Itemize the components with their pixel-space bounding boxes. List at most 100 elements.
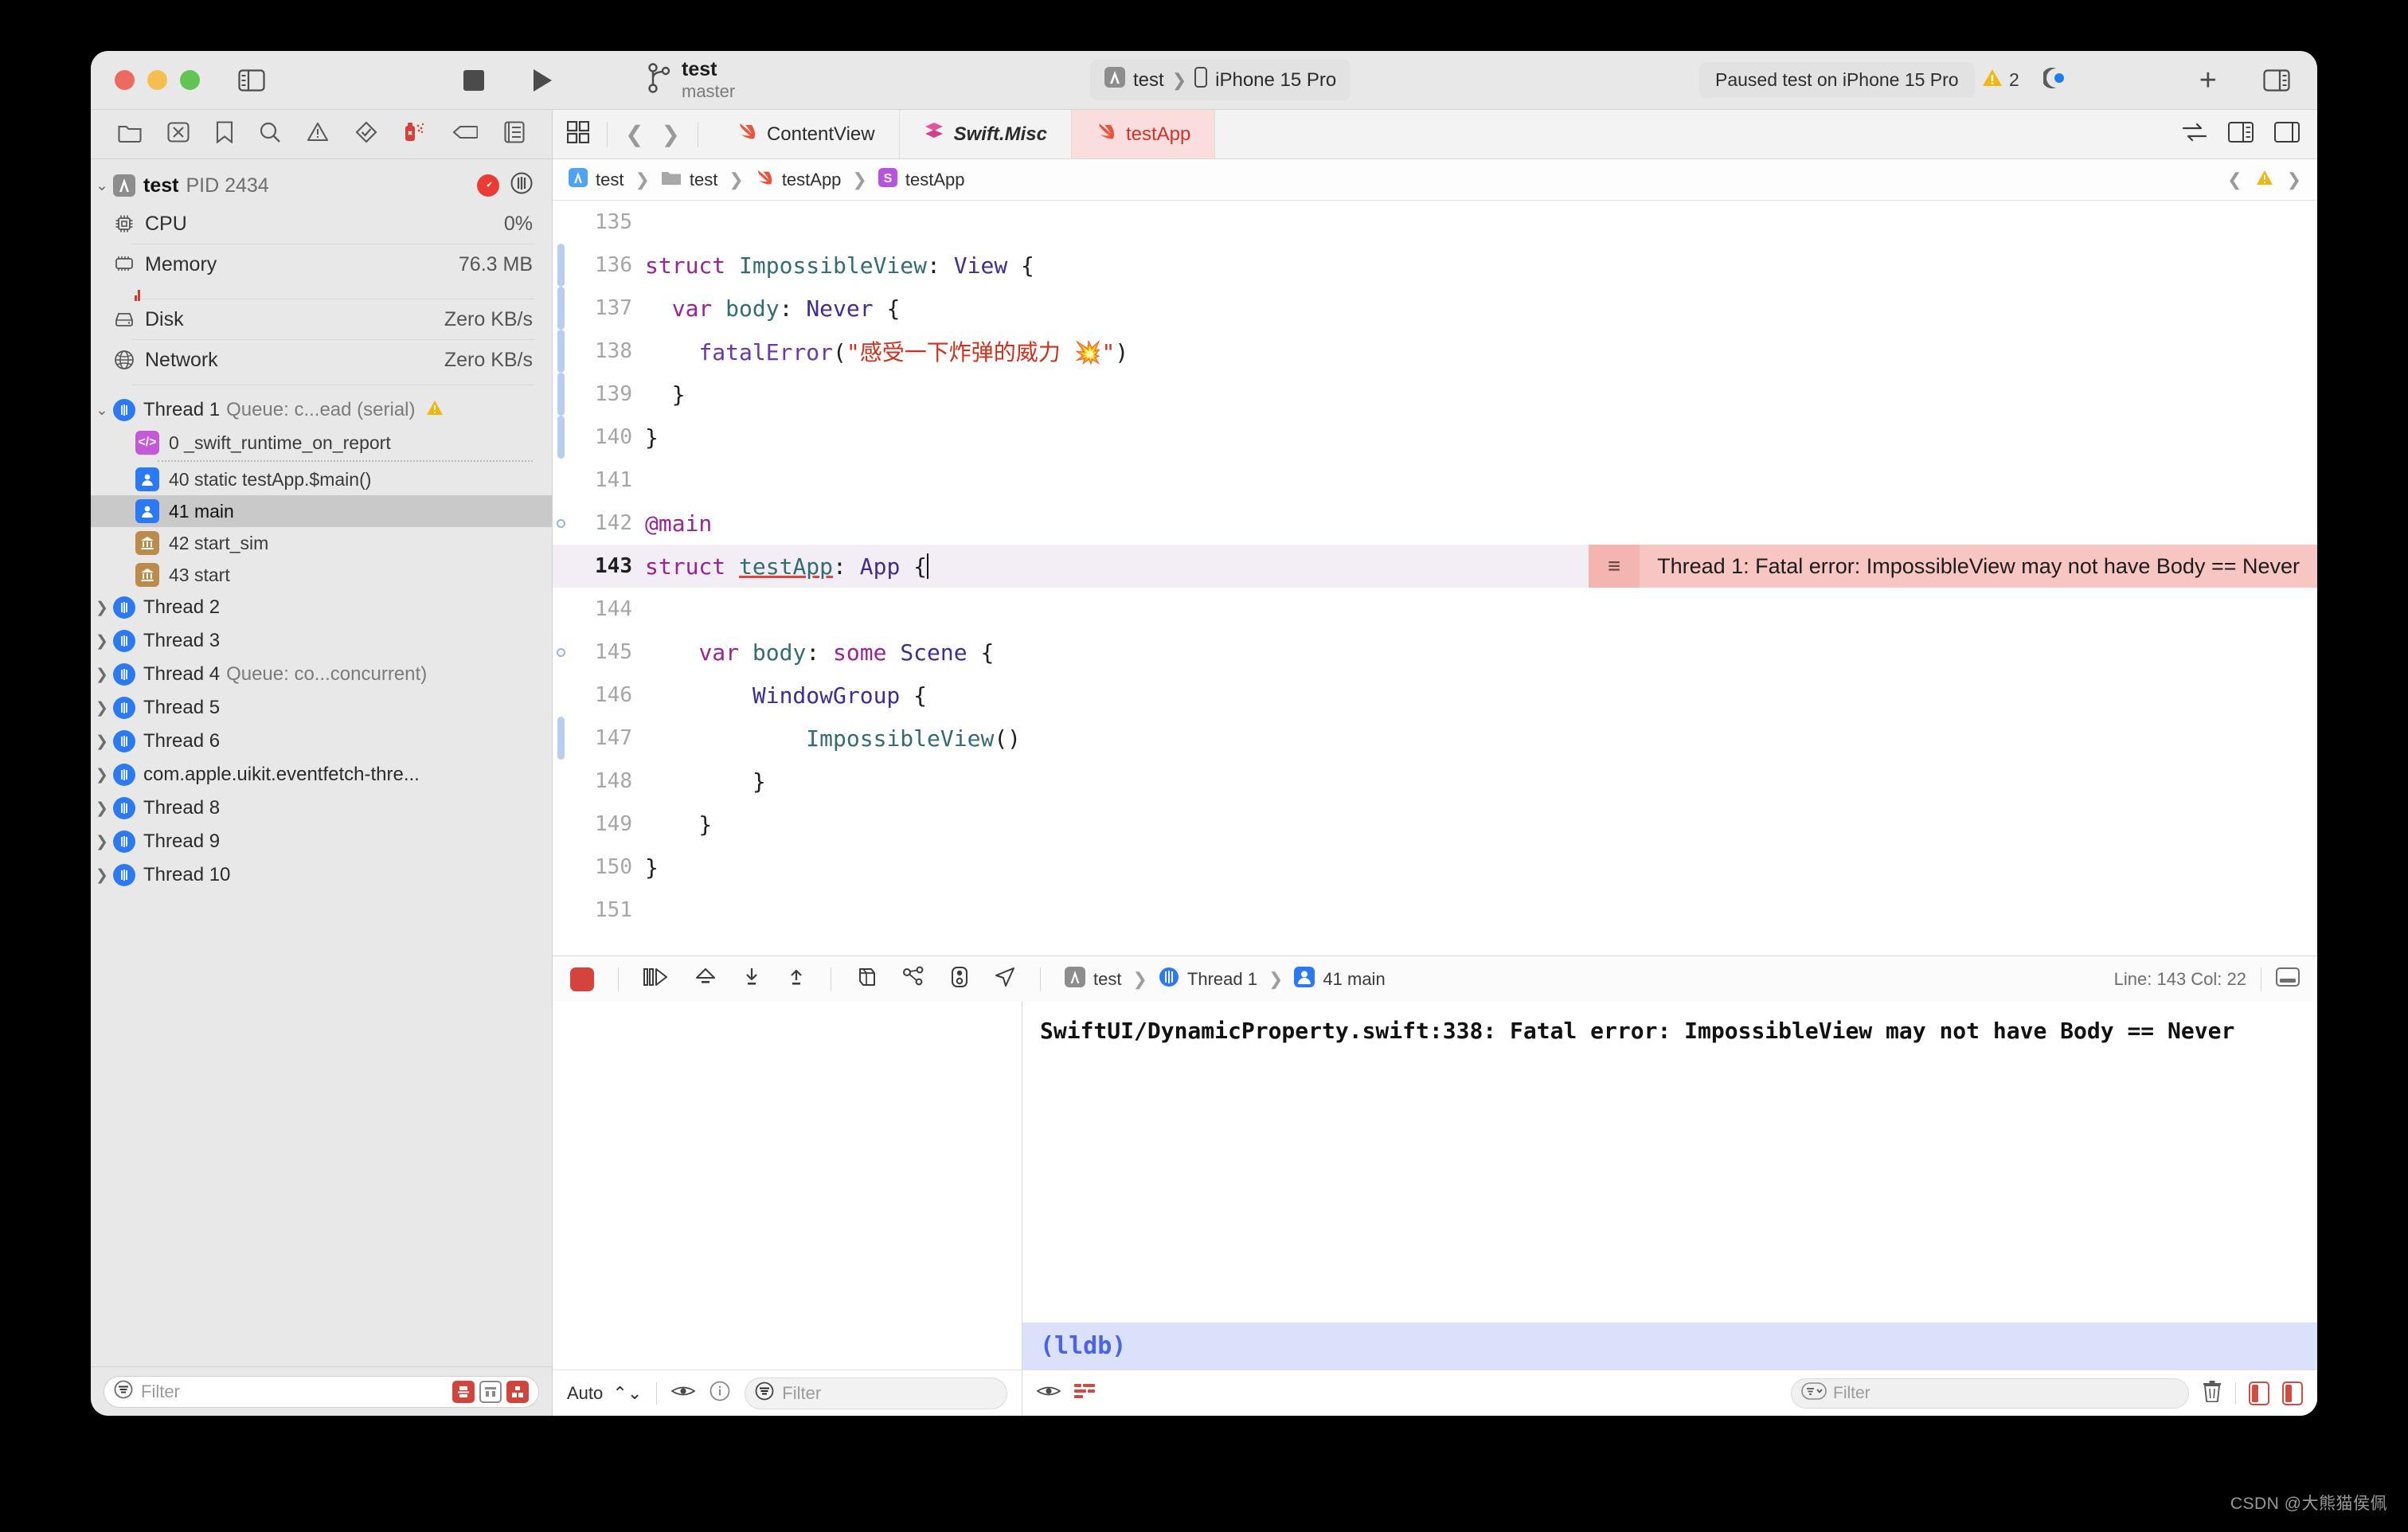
- simulate-location-icon[interactable]: [994, 966, 1016, 993]
- code-line[interactable]: 149 }: [553, 803, 2317, 846]
- thread-row[interactable]: ❯ Thread 2: [91, 591, 552, 624]
- thread-row[interactable]: ❯ Thread 3: [91, 624, 552, 658]
- error-banner-handle[interactable]: ≡: [1589, 545, 1640, 588]
- zoom-button[interactable]: [180, 70, 200, 90]
- gutter-marker[interactable]: [553, 287, 570, 330]
- performance-gauge-icon[interactable]: [477, 174, 499, 197]
- code-line[interactable]: 147 ImpossibleView(): [553, 717, 2317, 760]
- gauge-row-memory[interactable]: ⌄ Memory 76.3 MB: [91, 244, 552, 284]
- code-line[interactable]: 142 @main: [553, 502, 2317, 545]
- gutter-marker[interactable]: [553, 518, 570, 528]
- debug-spray-icon[interactable]: [403, 121, 427, 147]
- editor-tab-contentview[interactable]: ContentView: [713, 110, 900, 158]
- variables-filter-input[interactable]: Filter: [745, 1377, 1007, 1409]
- gutter-marker[interactable]: [553, 330, 570, 373]
- go-forward-icon[interactable]: ❯: [661, 121, 679, 147]
- console-layout-icon[interactable]: [2276, 967, 2300, 991]
- next-issue-icon[interactable]: ❯: [2287, 170, 2301, 190]
- close-button[interactable]: [115, 70, 135, 90]
- debug-crumb-frame[interactable]: 41 main: [1323, 969, 1385, 990]
- process-row[interactable]: ⌄ test PID 2434: [91, 167, 552, 204]
- info-icon[interactable]: [710, 1381, 730, 1406]
- chevron-right-icon[interactable]: ❯: [91, 799, 113, 818]
- gauge-row-network[interactable]: ⌄ Network Zero KB/s: [91, 340, 552, 380]
- view-hierarchy-icon[interactable]: [855, 966, 878, 993]
- breadcrumb-item[interactable]: testApp: [782, 170, 842, 190]
- step-out-icon[interactable]: [786, 967, 807, 992]
- metadata-icon[interactable]: [1073, 1382, 1096, 1404]
- assistant-editor-icon[interactable]: [2228, 122, 2254, 147]
- inline-error-banner[interactable]: ≡ Thread 1: Fatal error: ImpossibleView …: [1589, 545, 2317, 588]
- gauge-row-cpu[interactable]: ⌄ CPU 0%: [91, 204, 552, 244]
- chevron-right-icon[interactable]: ❯: [91, 833, 113, 851]
- thread-row-1[interactable]: ⌄ Thread 1 Queue: c...ead (serial): [91, 393, 552, 427]
- console-output[interactable]: SwiftUI/DynamicProperty.swift:338: Fatal…: [1022, 1002, 2317, 1323]
- debug-navigator-content[interactable]: ⌄ test PID 2434 ⌄: [91, 159, 552, 1366]
- left-panel-icon[interactable]: [2249, 1381, 2269, 1405]
- scheme-destination-picker[interactable]: test ❯ iPhone 15 Pro: [1090, 60, 1351, 100]
- console-filter-input[interactable]: Filter: [1791, 1378, 2189, 1409]
- chevron-down-icon[interactable]: ⌄: [91, 177, 113, 195]
- sidebar-right-icon[interactable]: [2263, 68, 2290, 92]
- breadcrumb-item[interactable]: test: [596, 170, 624, 190]
- debug-crumb-project[interactable]: test: [1093, 969, 1121, 990]
- thread-row[interactable]: ❯ com.apple.uikit.eventfetch-thre...: [91, 758, 552, 791]
- breadcrumb-item[interactable]: test: [690, 170, 717, 190]
- bookmark-icon[interactable]: [216, 121, 233, 147]
- console-pane[interactable]: SwiftUI/DynamicProperty.swift:338: Fatal…: [1022, 1002, 2317, 1416]
- code-line[interactable]: 148 }: [553, 760, 2317, 803]
- breadcrumb[interactable]: test ❯ test ❯ testApp ❯ S testApp ❮ ❯: [553, 159, 2317, 201]
- stack-frame-row[interactable]: ⌄ 42 start_sim: [91, 527, 552, 559]
- code-line[interactable]: 140}: [553, 416, 2317, 459]
- thread-row[interactable]: ❯ Thread 9: [91, 825, 552, 858]
- chevron-right-icon[interactable]: ❯: [91, 866, 113, 885]
- status-bar[interactable]: Paused test on iPhone 15 Pro: [1699, 62, 1975, 98]
- sidebar-left-icon[interactable]: [238, 68, 265, 92]
- thread-row[interactable]: ❯ Thread 8: [91, 791, 552, 825]
- thread-row[interactable]: ❯ Thread 10: [91, 858, 552, 892]
- code-line[interactable]: 146 WindowGroup {: [553, 674, 2317, 717]
- navigator-filter-input[interactable]: Filter: [104, 1375, 539, 1408]
- go-back-icon[interactable]: ❮: [625, 121, 643, 147]
- report-list-icon[interactable]: [504, 121, 525, 147]
- eye-icon[interactable]: [670, 1383, 696, 1404]
- folder-icon[interactable]: [118, 122, 142, 147]
- editor-options-icon[interactable]: [566, 120, 590, 147]
- previous-issue-icon[interactable]: ❮: [2227, 170, 2242, 190]
- code-line[interactable]: 150}: [553, 846, 2317, 889]
- code-review-icon[interactable]: [2182, 122, 2207, 147]
- warning-triangle-icon[interactable]: [307, 122, 329, 147]
- stack-frame-row-selected[interactable]: ⌄ 41 main: [91, 495, 552, 527]
- thread-icon[interactable]: [510, 172, 533, 200]
- editor-tab-swiftmisc[interactable]: Swift.Misc: [900, 110, 1072, 158]
- continue-icon[interactable]: [643, 967, 670, 992]
- variables-scope-select[interactable]: Auto ⌃⌄: [567, 1383, 642, 1404]
- code-line[interactable]: 136 struct ImpossibleView: View {: [553, 244, 2317, 287]
- step-into-icon[interactable]: [741, 967, 762, 992]
- filter-subtree-icon[interactable]: [506, 1380, 529, 1403]
- stack-frame-row[interactable]: ⌄ </> 0 _swift_runtime_on_report: [91, 427, 552, 459]
- step-over-icon[interactable]: [694, 967, 717, 992]
- breakpoint-tag-icon[interactable]: [452, 123, 479, 145]
- gutter-marker[interactable]: [553, 717, 570, 760]
- right-panel-icon[interactable]: [2282, 1381, 2303, 1405]
- gauge-row-disk[interactable]: ⌄ Disk Zero KB/s: [91, 299, 552, 339]
- code-line[interactable]: 139 }: [553, 373, 2317, 416]
- debug-crumb-thread[interactable]: Thread 1: [1187, 969, 1257, 990]
- variables-pane[interactable]: Auto ⌃⌄ Filter: [553, 1002, 1022, 1416]
- stop-icon[interactable]: [463, 69, 484, 91]
- code-line[interactable]: 141: [553, 459, 2317, 502]
- chevron-right-icon[interactable]: ❯: [91, 666, 113, 684]
- eye-icon[interactable]: [1036, 1383, 1061, 1403]
- code-line[interactable]: 145 var body: some Scene {: [553, 631, 2317, 674]
- gutter-marker[interactable]: [553, 244, 570, 287]
- search-icon[interactable]: [259, 121, 281, 147]
- debug-breadcrumb[interactable]: test ❯ Thread 1 ❯ 41 main: [1065, 966, 1386, 992]
- inspector-toggle-icon[interactable]: [2274, 122, 2300, 147]
- variables-list[interactable]: [553, 1002, 1022, 1370]
- chevron-right-icon[interactable]: ❯: [91, 632, 113, 651]
- chevron-right-icon[interactable]: ❯: [91, 599, 113, 617]
- stack-frame-row[interactable]: ⌄ 43 start: [91, 559, 552, 591]
- environment-overrides-icon[interactable]: [949, 966, 970, 993]
- lldb-prompt[interactable]: (lldb): [1022, 1323, 2317, 1370]
